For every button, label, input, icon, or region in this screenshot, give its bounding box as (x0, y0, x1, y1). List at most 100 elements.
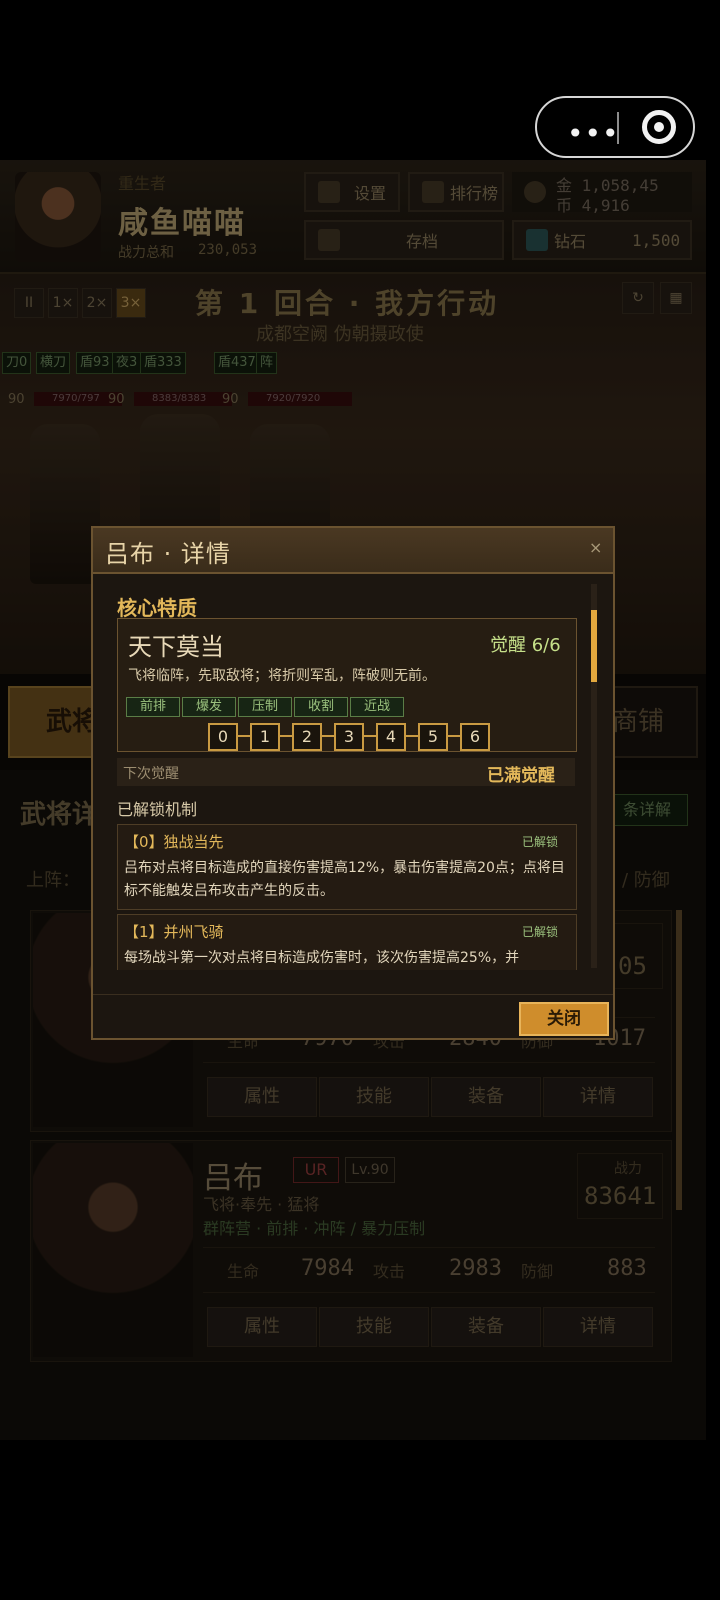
section-title: 核心特质 (117, 596, 197, 620)
refresh-icon[interactable]: ↻ (622, 282, 654, 314)
def-value: 883 (607, 1256, 647, 1281)
status-tag: 刀0 (2, 352, 32, 374)
speed-2x-button[interactable]: 2× (82, 288, 112, 318)
coin-amount: 币 4,916 (556, 196, 630, 215)
gear-icon (318, 181, 340, 203)
power-value: 83641 (584, 1182, 657, 1210)
trait-tag: 爆发 (182, 697, 236, 717)
grid-icon[interactable]: ▦ (660, 282, 692, 314)
speed-1x-button[interactable]: 1× (48, 288, 78, 318)
mini-program-capsule: ••• (535, 96, 695, 158)
mechanism-name: 【0】独战当先 (124, 833, 224, 851)
status-tag: 盾93 (76, 352, 114, 374)
skills-button[interactable]: 技能 (319, 1077, 429, 1117)
power-value: 05 (618, 952, 647, 980)
status-tag: 横刀 (36, 352, 71, 374)
def-label: 防御 (521, 1262, 554, 1281)
unit-hp-bar: 7920/7920 (248, 392, 352, 406)
list-scrollbar[interactable] (676, 910, 682, 1210)
general-detail-modal: 吕布 · 详情 × 核心特质 天下莫当 觉醒 6/6 飞将临阵，先取敌将；将折则… (91, 526, 615, 1040)
next-awaken-value: 已满觉醒 (487, 766, 555, 786)
trophy-icon (422, 181, 444, 203)
status-tag: 盾437 (214, 352, 260, 374)
coin-icon (524, 181, 546, 203)
trait-tag: 收割 (294, 697, 348, 717)
modal-title: 吕布 · 详情 (105, 540, 231, 568)
rebirth-label: 重生者 (118, 174, 167, 193)
mechanism-text: 每场战斗第一次对点将目标造成伤害时，该次伤害提高25%，并 (124, 950, 520, 966)
scrollbar-thumb[interactable] (591, 610, 597, 682)
status-tag-row: 刀0 横刀 盾93 夜3 盾333 盾437 阵 (0, 352, 300, 374)
diamond-panel[interactable]: 钻石 1,500 (512, 220, 692, 260)
trait-name: 天下莫当 (128, 633, 224, 661)
modal-footer-divider (93, 994, 613, 995)
save-button[interactable]: 存档 (304, 220, 504, 260)
trait-description: 飞将临阵，先取敌将；将折则军乱，阵破则无前。 (128, 668, 436, 684)
unit-level: 90 (222, 392, 239, 407)
filter-label: 上阵： (26, 870, 80, 891)
hp-label: 生命 (227, 1262, 260, 1281)
awaken-level: 5 (418, 723, 448, 751)
attributes-button[interactable]: 属性 (207, 1077, 317, 1117)
details-button[interactable]: 详情 (543, 1307, 653, 1347)
equipment-button[interactable]: 装备 (431, 1077, 541, 1117)
player-header: 重生者 咸鱼喵喵 战力总和 230,053 设置 排行榜 存档 金 1,058,… (0, 160, 706, 274)
general-portrait (33, 1143, 193, 1357)
general-title: 飞将·奉先 · 猛将 (203, 1195, 320, 1214)
mechanism-text: 吕布对点将目标造成的直接伤害提高12%，暴击伤害提高20点；点将目标不能触发吕布… (124, 860, 565, 899)
filter-right-label: / 防御 (622, 870, 670, 891)
save-label: 存档 (406, 232, 439, 251)
modal-scrollbar[interactable] (591, 584, 597, 968)
equipment-button[interactable]: 装备 (431, 1307, 541, 1347)
mechanism-item: 【1】并州飞骑 已解锁 每场战斗第一次对点将目标造成伤害时，该次伤害提高25%，… (117, 914, 577, 970)
total-power-value: 230,053 (198, 242, 258, 258)
status-tag: 阵 (256, 352, 278, 374)
unit-level: 90 (108, 392, 125, 407)
power-label: 战力 (614, 1161, 642, 1177)
diamond-label: 钻石 (554, 232, 587, 251)
awaken-level: 2 (292, 723, 322, 751)
unlocked-mechanisms-title: 已解锁机制 (117, 800, 198, 819)
mechanism-status: 已解锁 (522, 835, 559, 849)
modal-header: 吕布 · 详情 × (93, 528, 613, 574)
rarity-badge: UR (293, 1157, 339, 1183)
details-button[interactable]: 详情 (543, 1077, 653, 1117)
settings-button[interactable]: 设置 (304, 172, 400, 212)
speed-3x-button[interactable]: 3× (116, 288, 146, 318)
next-awaken-row: 下次觉醒 已满觉醒 (117, 758, 575, 786)
awaken-level: 4 (376, 723, 406, 751)
player-avatar[interactable] (15, 172, 101, 262)
diamond-icon (526, 229, 548, 251)
general-card: 吕布 UR Lv.90 飞将·奉先 · 猛将 群阵营 · 前排 · 冲阵 / 暴… (30, 1140, 672, 1362)
unit-level: 90 (8, 392, 25, 407)
awaken-level: 3 (334, 723, 364, 751)
settings-label: 设置 (354, 184, 387, 203)
trait-tag: 近战 (350, 697, 404, 717)
awaken-level: 1 (250, 723, 280, 751)
stat-row: 生命 7984 攻击 2983 防御 883 (203, 1247, 655, 1293)
soldier-sprite (30, 424, 100, 584)
mechanism-name: 【1】并州飞骑 (124, 923, 224, 941)
ranking-label: 排行榜 (450, 184, 499, 203)
awaken-level: 0 (208, 723, 238, 751)
general-traits: 群阵营 · 前排 · 冲阵 / 暴力压制 (203, 1219, 426, 1238)
target-icon[interactable] (642, 110, 676, 144)
attributes-button[interactable]: 属性 (207, 1307, 317, 1347)
ranking-button[interactable]: 排行榜 (408, 172, 504, 212)
awaken-progress: 觉醒 6/6 (490, 635, 561, 656)
list-detail-button[interactable]: 条详解 (606, 794, 688, 826)
status-tag: 夜3 (112, 352, 142, 374)
round-title: 第 1 回合 · 我方行动 (195, 287, 500, 320)
close-icon[interactable]: × (589, 538, 602, 557)
atk-value: 2983 (449, 1256, 502, 1281)
skills-button[interactable]: 技能 (319, 1307, 429, 1347)
mechanism-item: 【0】独战当先 已解锁 吕布对点将目标造成的直接伤害提高12%，暴击伤害提高20… (117, 824, 577, 910)
chest-icon (318, 229, 340, 251)
close-button[interactable]: 关闭 (519, 1002, 609, 1036)
diamond-value: 1,500 (632, 231, 681, 250)
modal-body[interactable]: 核心特质 天下莫当 觉醒 6/6 飞将临阵，先取敌将；将折则军乱，阵破则无前。 … (111, 582, 591, 970)
more-dots-icon[interactable]: ••• (567, 117, 620, 150)
pause-button[interactable]: II (14, 288, 44, 318)
level-badge: Lv.90 (345, 1157, 395, 1183)
capsule-divider (617, 112, 619, 144)
